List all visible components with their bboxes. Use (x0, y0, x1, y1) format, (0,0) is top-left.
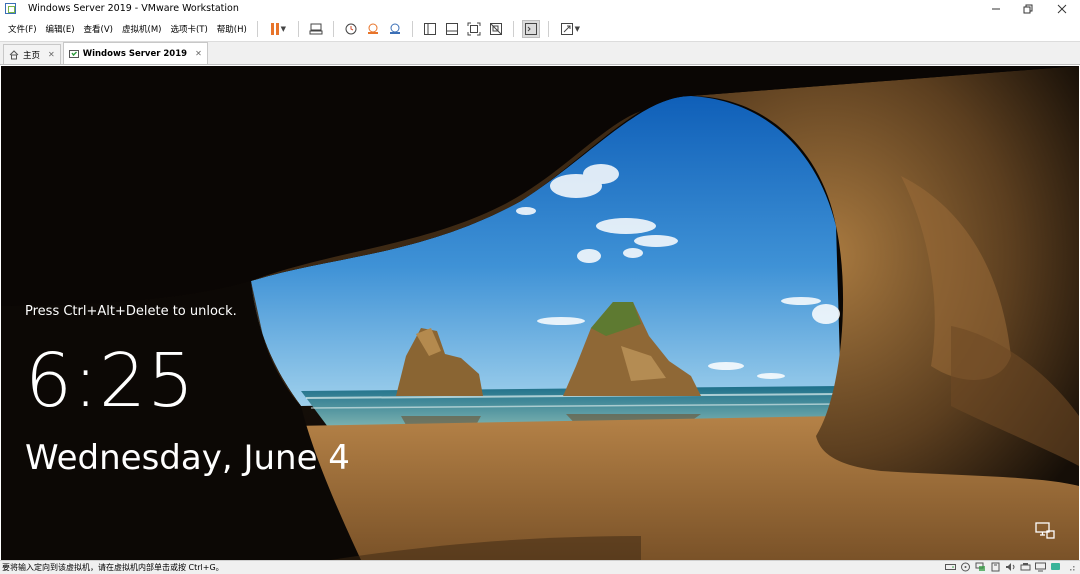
unity-button[interactable] (487, 20, 505, 38)
snapshot-icon (345, 23, 357, 35)
close-icon (1057, 4, 1067, 13)
library-view-icon (423, 23, 436, 35)
restore-button[interactable] (1014, 0, 1042, 17)
toolbar-divider (512, 21, 514, 37)
pause-icon (270, 23, 280, 35)
snapshot-button[interactable] (342, 20, 360, 38)
menu-view[interactable]: 查看(V) (80, 23, 117, 35)
restore-icon (1023, 4, 1033, 13)
fullscreen-icon (467, 22, 481, 36)
minimize-icon (992, 8, 1000, 9)
pause-button[interactable]: ▼ (266, 20, 290, 38)
network-status-icon[interactable] (1035, 522, 1055, 540)
tab-home[interactable]: 主页 ✕ (3, 44, 61, 64)
unity-icon (489, 23, 502, 35)
message-icon[interactable] (1050, 562, 1061, 572)
resize-grip-icon (1070, 566, 1075, 571)
lock-date: Wednesday, June 4 (25, 438, 350, 478)
title-bar: Windows Server 2019 - VMware Workstation (0, 0, 1080, 17)
tab-windows-server-2019[interactable]: Windows Server 2019 ✕ (62, 42, 208, 64)
vm-icon (68, 49, 79, 59)
send-ctrl-alt-del-button[interactable] (307, 20, 325, 38)
tab-bar: 主页 ✕ Windows Server 2019 ✕ (0, 41, 1080, 65)
console-view-button[interactable] (521, 20, 540, 38)
toolbar-divider (332, 21, 334, 37)
display-icon[interactable] (1035, 562, 1046, 572)
vm-console[interactable]: Press Ctrl+Alt+Delete to unlock. 6:25 We… (1, 66, 1079, 560)
close-button[interactable] (1048, 0, 1076, 17)
window-title: Windows Server 2019 - VMware Workstation (28, 3, 239, 14)
lock-clock: 6:25 (25, 338, 196, 424)
stretch-guest-icon (560, 23, 573, 35)
fullscreen-button[interactable] (465, 20, 483, 38)
close-icon[interactable]: ✕ (195, 49, 202, 58)
printer-icon[interactable] (1020, 562, 1031, 572)
menu-vm[interactable]: 虚拟机(M) (118, 23, 165, 35)
menu-file[interactable]: 文件(F) (4, 23, 41, 35)
status-bar: 要将输入定向到该虚拟机，请在虚拟机内部单击或按 Ctrl+G。 (0, 560, 1080, 574)
revert-snapshot-icon (367, 23, 378, 34)
snapshot-manager-button[interactable] (386, 20, 404, 38)
hard-disk-icon[interactable] (945, 562, 956, 572)
unlock-message: Press Ctrl+Alt+Delete to unlock. (25, 304, 237, 319)
toolbar-divider (297, 21, 299, 37)
menu-toolbar: 文件(F) 编辑(E) 查看(V) 虚拟机(M) 选项卡(T) 帮助(H) ▼ … (0, 17, 1080, 41)
usb-icon[interactable] (990, 562, 1001, 572)
sound-icon[interactable] (1005, 562, 1016, 572)
menu-help[interactable]: 帮助(H) (213, 23, 251, 35)
tab-label: Windows Server 2019 (82, 48, 188, 59)
toolbar-divider (411, 21, 413, 37)
tab-label: 主页 (23, 50, 41, 61)
chevron-down-icon: ▼ (280, 25, 287, 33)
menu-tabs[interactable]: 选项卡(T) (166, 23, 211, 35)
device-icons (941, 562, 1076, 572)
minimize-button[interactable] (982, 0, 1010, 17)
toolbar-divider (547, 21, 549, 37)
network-icon[interactable] (975, 562, 986, 572)
console-view-icon (524, 23, 537, 35)
send-ctrl-alt-del-icon (309, 23, 323, 35)
home-icon (9, 49, 19, 60)
revert-snapshot-button[interactable] (364, 20, 382, 38)
vmware-logo-icon (5, 3, 16, 14)
snapshot-manager-icon (389, 23, 400, 34)
menu-edit[interactable]: 编辑(E) (42, 23, 79, 35)
library-view-button[interactable] (421, 20, 439, 38)
chevron-down-icon: ▼ (574, 25, 581, 33)
stretch-guest-button[interactable]: ▼ (557, 20, 583, 38)
toolbar-divider (256, 21, 258, 37)
thumbnail-view-button[interactable] (443, 20, 461, 38)
status-hint: 要将输入定向到该虚拟机，请在虚拟机内部单击或按 Ctrl+G。 (2, 563, 224, 572)
thumbnail-view-icon (445, 23, 458, 35)
cd-icon[interactable] (960, 562, 971, 572)
close-icon[interactable]: ✕ (48, 50, 55, 59)
